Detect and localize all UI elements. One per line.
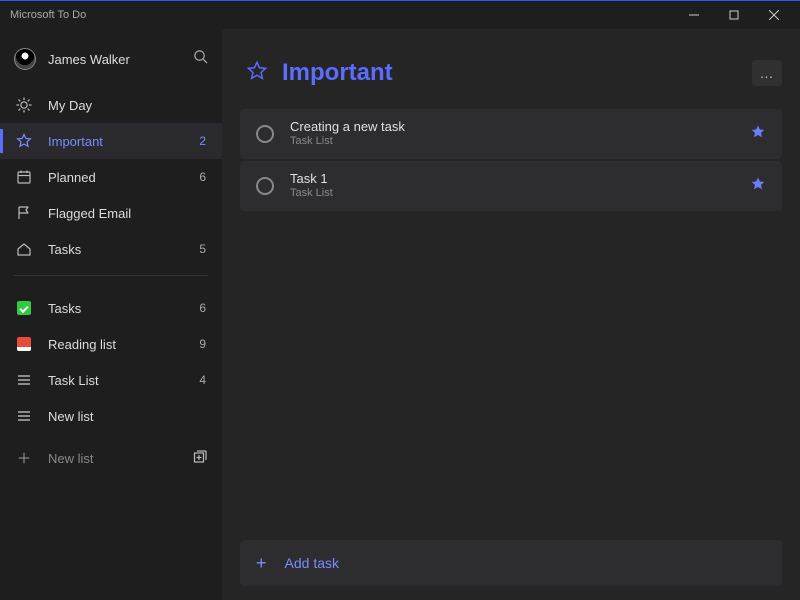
add-group-button[interactable]	[192, 449, 208, 468]
home-icon	[14, 241, 34, 257]
task-title: Task 1	[290, 171, 750, 187]
sidebar-item-planned[interactable]: Planned 6	[0, 159, 222, 195]
task-star-button[interactable]	[750, 124, 766, 145]
plus-icon: +	[256, 553, 267, 574]
calendar-icon	[14, 169, 34, 185]
sidebar-item-count: 6	[199, 170, 208, 184]
main-header: Important …	[246, 59, 782, 87]
maximize-icon	[729, 10, 739, 20]
red-box-icon	[14, 337, 34, 351]
sidebar-item-label: Important	[48, 134, 199, 149]
plus-icon	[14, 451, 34, 465]
task-title: Creating a new task	[290, 119, 750, 135]
user-lists: Tasks 6 Reading list 9 Task List 4 New l…	[0, 290, 222, 434]
sidebar-item-flagged-email[interactable]: Flagged Email	[0, 195, 222, 231]
app-window: Microsoft To Do James Walker	[0, 0, 800, 600]
sidebar-item-count: 9	[199, 337, 208, 351]
sidebar-item-count: 4	[199, 373, 208, 387]
more-icon: …	[760, 65, 775, 81]
complete-toggle[interactable]	[256, 177, 274, 195]
window-close-button[interactable]	[754, 1, 794, 29]
sidebar-item-label: Task List	[48, 373, 199, 388]
app-body: James Walker My Day Important 2	[0, 29, 800, 600]
task-subtitle: Task List	[290, 186, 750, 201]
sidebar-item-important[interactable]: Important 2	[0, 123, 222, 159]
green-check-icon	[14, 301, 34, 315]
title-bar: Microsoft To Do	[0, 1, 800, 29]
main-pane: Important … Creating a new task Task Lis…	[222, 29, 800, 600]
list-icon	[14, 372, 34, 388]
search-icon	[193, 49, 208, 64]
task-star-button[interactable]	[750, 176, 766, 197]
sun-icon	[14, 97, 34, 113]
app-title: Microsoft To Do	[6, 9, 86, 21]
sidebar-list-tasks[interactable]: Tasks 6	[0, 290, 222, 326]
avatar	[14, 48, 36, 70]
sidebar-item-count: 2	[199, 134, 208, 148]
flag-icon	[14, 205, 34, 221]
profile-row[interactable]: James Walker	[0, 37, 222, 81]
star-icon	[14, 133, 34, 149]
sidebar-item-tasks[interactable]: Tasks 5	[0, 231, 222, 267]
important-star-icon	[246, 60, 268, 87]
sidebar-item-count: 5	[199, 242, 208, 256]
star-filled-icon	[750, 176, 766, 192]
search-button[interactable]	[193, 49, 208, 69]
add-task-label: Add task	[285, 555, 339, 571]
minimize-icon	[689, 10, 699, 20]
sidebar-item-label: New list	[48, 409, 206, 424]
sidebar-list-reading-list[interactable]: Reading list 9	[0, 326, 222, 362]
sidebar-item-label: Flagged Email	[48, 206, 206, 221]
sidebar-item-label: Tasks	[48, 301, 199, 316]
add-list-row[interactable]: New list	[0, 438, 222, 478]
sidebar-item-label: Planned	[48, 170, 199, 185]
page-title: Important	[282, 59, 752, 87]
sidebar-item-my-day[interactable]: My Day	[0, 87, 222, 123]
complete-toggle[interactable]	[256, 125, 274, 143]
sidebar-list-task-list[interactable]: Task List 4	[0, 362, 222, 398]
sidebar-item-label: Tasks	[48, 242, 199, 257]
list-icon	[14, 408, 34, 424]
sidebar: James Walker My Day Important 2	[0, 29, 222, 600]
window-maximize-button[interactable]	[714, 1, 754, 29]
add-list-label: New list	[48, 451, 192, 466]
task-row[interactable]: Creating a new task Task List	[240, 109, 782, 159]
sidebar-item-count: 6	[199, 301, 208, 315]
more-options-button[interactable]: …	[752, 60, 782, 86]
window-minimize-button[interactable]	[674, 1, 714, 29]
profile-name: James Walker	[48, 52, 193, 67]
sidebar-item-label: My Day	[48, 98, 206, 113]
sidebar-list-new-list[interactable]: New list	[0, 398, 222, 434]
task-subtitle: Task List	[290, 134, 750, 149]
task-row[interactable]: Task 1 Task List	[240, 161, 782, 211]
close-icon	[769, 10, 779, 20]
smart-lists: My Day Important 2 Planned 6 Flagged Ema…	[0, 87, 222, 267]
add-task-row[interactable]: + Add task	[240, 540, 782, 586]
task-list: Creating a new task Task List Task 1 Tas…	[240, 109, 782, 540]
sidebar-divider	[14, 275, 208, 276]
sidebar-item-label: Reading list	[48, 337, 199, 352]
star-filled-icon	[750, 124, 766, 140]
